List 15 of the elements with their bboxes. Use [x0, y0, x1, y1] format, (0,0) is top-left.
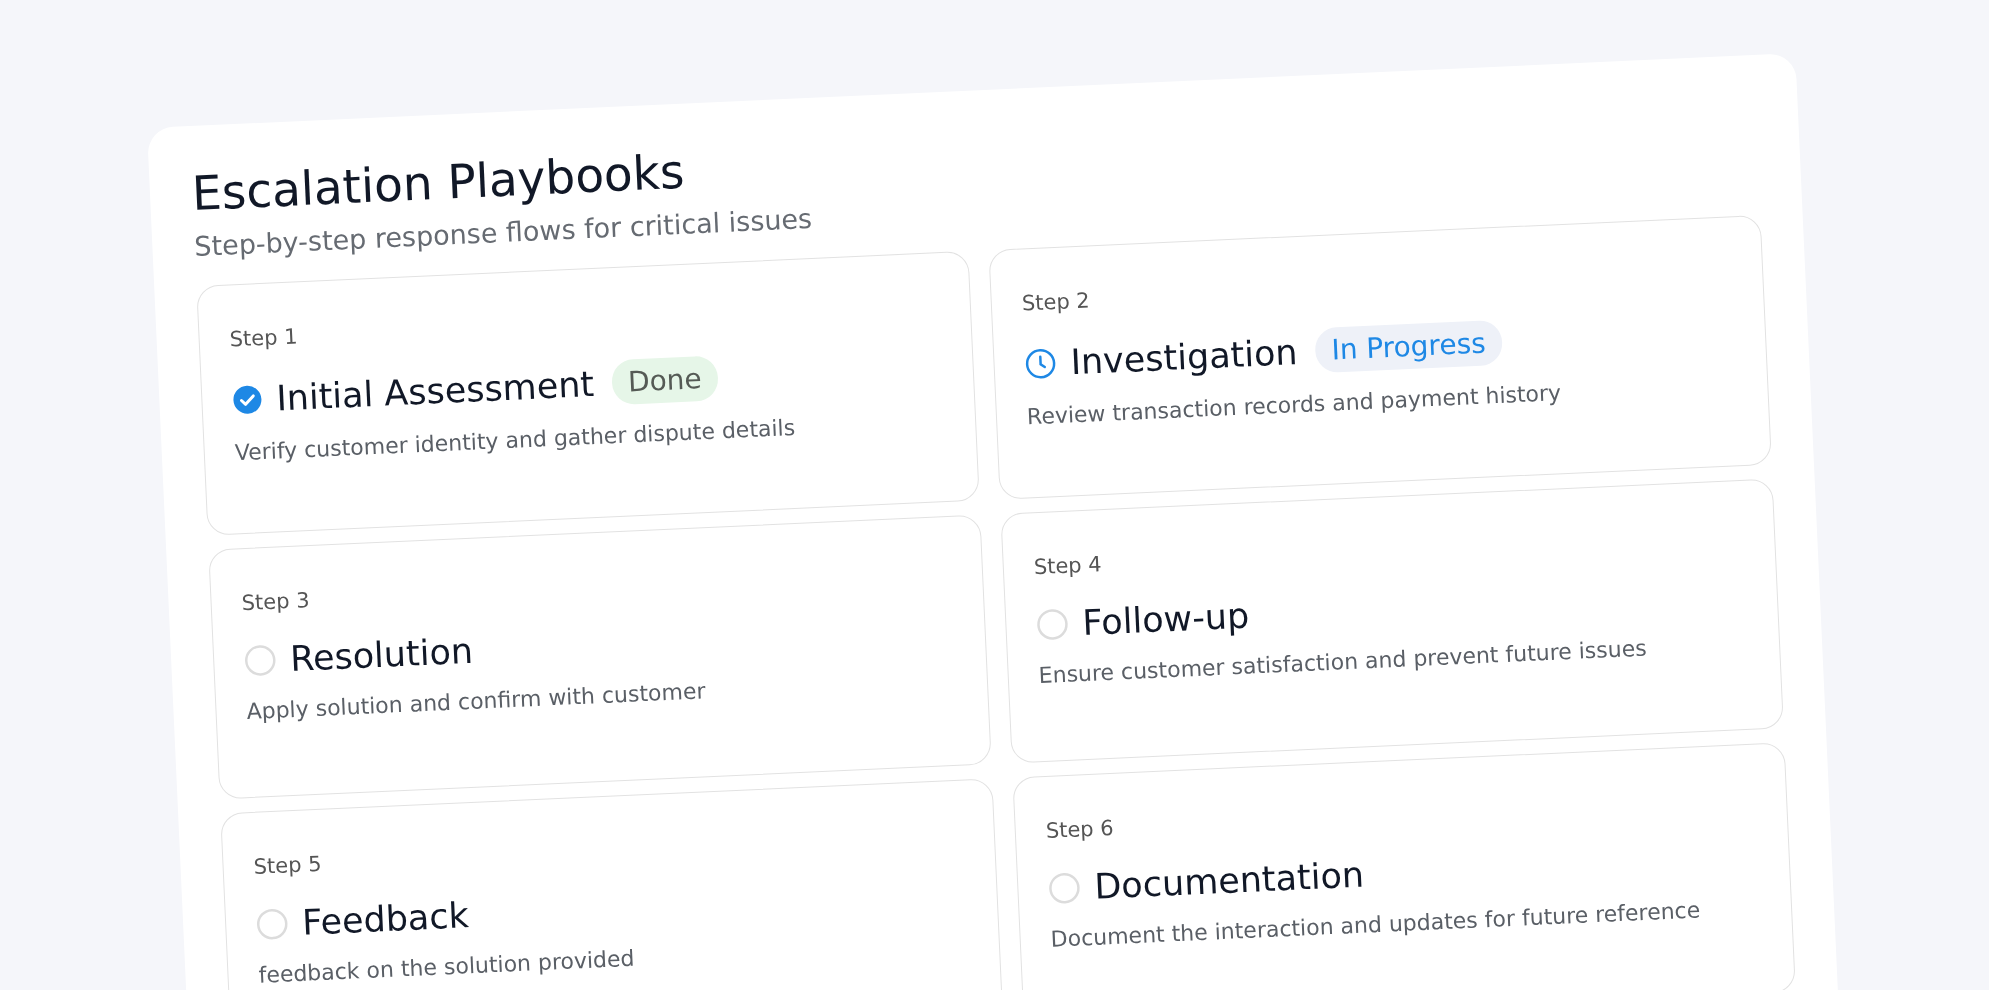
step-description: Apply solution and confirm with customer: [246, 678, 706, 725]
step-title: Resolution: [289, 630, 474, 680]
step-label: Step 5: [253, 851, 322, 879]
step-label: Step 6: [1045, 815, 1115, 843]
step-label: Step 1: [229, 324, 298, 352]
step-title: Investigation: [1069, 331, 1299, 382]
step-label: Step 4: [1033, 552, 1103, 580]
step-title: Documentation: [1093, 854, 1365, 907]
step-description: Review transaction records and payment history: [1026, 380, 1562, 430]
status-badge: Done: [610, 355, 719, 406]
step-title: Feedback: [301, 895, 470, 943]
step-description: feedback on the solution provided: [258, 945, 635, 988]
step-label: Step 3: [241, 588, 310, 616]
status-badge: In Progress: [1314, 319, 1503, 374]
step-label: Step 2: [1021, 288, 1091, 316]
